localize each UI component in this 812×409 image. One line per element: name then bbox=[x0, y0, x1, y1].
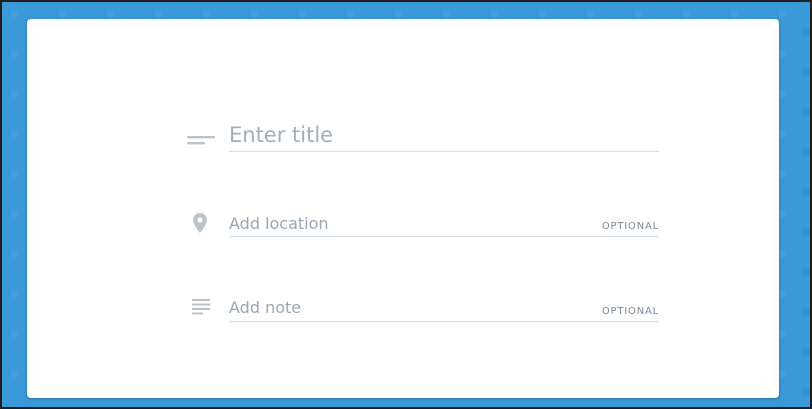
location-optional-label: OPTIONAL bbox=[601, 221, 659, 232]
note-field[interactable]: Add note OPTIONAL bbox=[27, 295, 779, 325]
location-underline bbox=[229, 236, 659, 237]
event-form-card: Enter title Add location OPTIONAL Add no… bbox=[27, 19, 779, 398]
title-field[interactable]: Enter title bbox=[27, 119, 779, 159]
note-input[interactable]: Add note bbox=[229, 298, 301, 317]
app-backdrop: Enter title Add location OPTIONAL Add no… bbox=[0, 0, 812, 409]
location-pin-icon bbox=[193, 213, 207, 237]
short-text-icon bbox=[187, 131, 217, 150]
notes-icon bbox=[192, 299, 210, 319]
note-optional-label: OPTIONAL bbox=[601, 306, 659, 317]
title-input[interactable]: Enter title bbox=[229, 123, 333, 147]
location-field[interactable]: Add location OPTIONAL bbox=[27, 211, 779, 241]
note-underline bbox=[229, 321, 659, 322]
title-underline bbox=[229, 151, 659, 152]
location-input[interactable]: Add location bbox=[229, 214, 329, 233]
